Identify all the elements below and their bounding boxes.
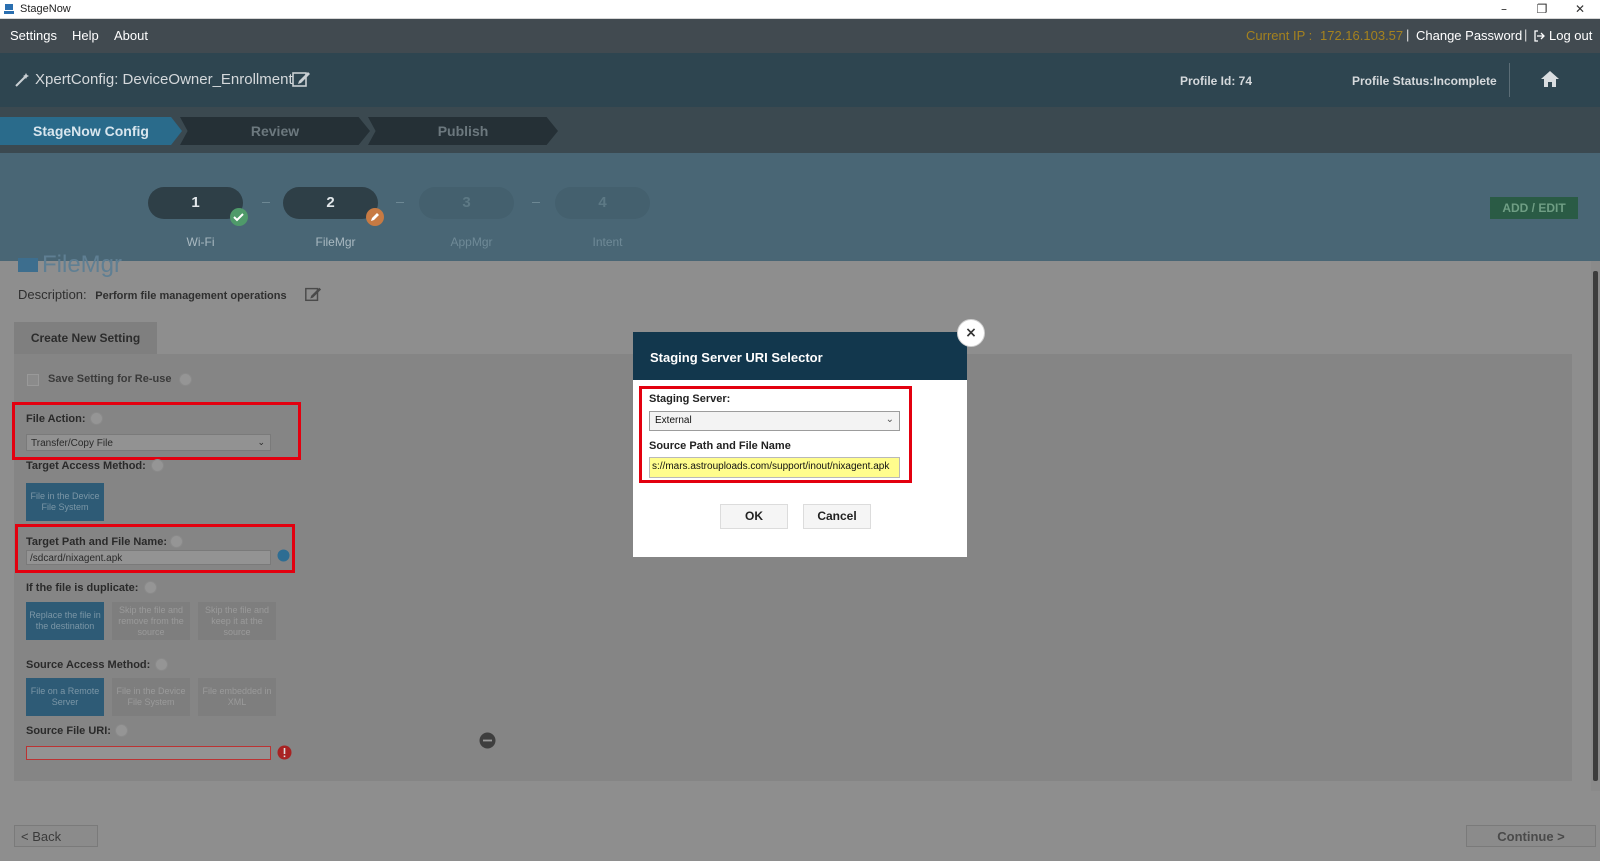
step-2-pill[interactable]: 2 bbox=[283, 187, 378, 219]
target-access-device-fs-button[interactable]: File in the Device File System bbox=[26, 483, 104, 521]
step-connector bbox=[262, 202, 270, 203]
duplicate-replace-button[interactable]: Replace the file in the destination bbox=[26, 602, 104, 640]
step-3-label: AppMgr bbox=[450, 235, 493, 249]
remove-icon[interactable] bbox=[479, 732, 496, 749]
footer-nav: < Back Continue > bbox=[0, 781, 1600, 861]
current-ip-label: Current IP : bbox=[1246, 28, 1313, 43]
window-title: StageNow bbox=[20, 3, 71, 15]
stagenow-app-icon bbox=[4, 4, 14, 14]
source-remote-server-button[interactable]: File on a Remote Server bbox=[26, 678, 104, 716]
step-1-label: Wi-Fi bbox=[186, 235, 215, 249]
description-label: Description: bbox=[18, 287, 87, 302]
source-embedded-xml-button[interactable]: File embedded in XML bbox=[198, 678, 276, 716]
help-icon[interactable] bbox=[151, 459, 164, 472]
edit-description-icon[interactable] bbox=[304, 285, 322, 303]
highlight-box bbox=[12, 402, 301, 460]
save-setting-checkbox[interactable] bbox=[27, 374, 39, 386]
step-4-label: Intent bbox=[592, 235, 623, 249]
help-icon[interactable] bbox=[179, 373, 192, 386]
change-password-link[interactable]: Change Password bbox=[1416, 28, 1522, 43]
profile-title: XpertConfig: DeviceOwner_Enrollment bbox=[35, 71, 293, 88]
ok-button[interactable]: OK bbox=[720, 504, 788, 529]
module-title: FileMgr bbox=[18, 251, 122, 279]
uri-selector-dialog: Staging Server URI Selector Staging Serv… bbox=[633, 332, 967, 557]
highlight-box bbox=[15, 524, 295, 573]
crumb-stagenow-config[interactable]: StageNow Config bbox=[0, 117, 182, 145]
scrollbar-thumb[interactable] bbox=[1593, 271, 1598, 781]
description-value: Perform file management operations bbox=[95, 290, 287, 302]
save-setting-label: Save Setting for Re-use bbox=[48, 373, 172, 385]
profile-id: Profile Id: 74 bbox=[1180, 74, 1253, 88]
wand-icon bbox=[15, 73, 29, 87]
pencil-icon bbox=[366, 208, 384, 226]
header-divider bbox=[1509, 63, 1510, 97]
dialog-title: Staging Server URI Selector bbox=[633, 332, 967, 380]
target-access-label: Target Access Method: bbox=[26, 460, 146, 472]
workflow-breadcrumb: StageNow Config Review Publish bbox=[0, 107, 1600, 153]
menu-separator: | bbox=[1524, 27, 1528, 42]
help-icon[interactable] bbox=[115, 724, 128, 737]
current-ip-value: 172.16.103.57 bbox=[1320, 28, 1404, 43]
help-icon[interactable] bbox=[155, 658, 168, 671]
minimize-button[interactable]: – bbox=[1494, 1, 1514, 17]
menu-separator: | bbox=[1406, 27, 1410, 42]
duplicate-label: If the file is duplicate: bbox=[26, 582, 139, 594]
check-icon bbox=[230, 208, 248, 226]
cancel-button[interactable]: Cancel bbox=[803, 504, 871, 529]
step-4-pill[interactable]: 4 bbox=[555, 187, 650, 219]
tab-create-new-setting[interactable]: Create New Setting bbox=[14, 322, 157, 354]
step-connector bbox=[396, 202, 404, 203]
step-connector bbox=[532, 202, 540, 203]
source-uri-input[interactable] bbox=[26, 746, 271, 760]
close-dialog-button[interactable]: × bbox=[957, 319, 985, 347]
home-icon[interactable] bbox=[1540, 70, 1560, 88]
add-edit-button[interactable]: ADD / EDIT bbox=[1490, 197, 1578, 219]
profile-status: Profile Status:Incomplete bbox=[1352, 74, 1497, 88]
config-steps: 1 Wi-Fi 2 FileMgr 3 AppMgr 4 Intent ADD … bbox=[0, 153, 1600, 261]
menu-about[interactable]: About bbox=[114, 28, 148, 43]
module-description: Description: Perform file management ope… bbox=[18, 287, 287, 302]
edit-profile-icon[interactable] bbox=[291, 69, 311, 89]
source-uri-label: Source File URI: bbox=[26, 725, 111, 737]
restore-button[interactable]: ❐ bbox=[1532, 1, 1552, 17]
menu-help[interactable]: Help bbox=[72, 28, 99, 43]
source-access-label: Source Access Method: bbox=[26, 659, 151, 671]
step-2-label: FileMgr bbox=[315, 235, 356, 249]
logout-link[interactable]: Log out bbox=[1549, 28, 1592, 43]
step-3-pill[interactable]: 3 bbox=[419, 187, 514, 219]
close-window-button[interactable]: ✕ bbox=[1570, 1, 1590, 17]
duplicate-skip-keep-button[interactable]: Skip the file and keep it at the source bbox=[198, 602, 276, 640]
logout-icon[interactable] bbox=[1533, 30, 1545, 42]
back-button[interactable]: < Back bbox=[14, 825, 98, 847]
menu-settings[interactable]: Settings bbox=[10, 28, 57, 43]
crumb-publish[interactable]: Publish bbox=[368, 117, 558, 145]
menu-bar: Settings Help About Current IP : 172.16.… bbox=[0, 19, 1600, 53]
continue-button[interactable]: Continue > bbox=[1466, 825, 1596, 847]
profile-header: XpertConfig: DeviceOwner_Enrollment Prof… bbox=[0, 53, 1600, 107]
duplicate-skip-remove-button[interactable]: Skip the file and remove from the source bbox=[112, 602, 190, 640]
crumb-review[interactable]: Review bbox=[180, 117, 370, 145]
error-icon bbox=[277, 745, 292, 760]
help-icon[interactable] bbox=[144, 581, 157, 594]
window-title-bar: StageNow – ❐ ✕ bbox=[0, 0, 1600, 19]
source-device-fs-button[interactable]: File in the Device File System bbox=[112, 678, 190, 716]
highlight-box bbox=[639, 386, 912, 483]
